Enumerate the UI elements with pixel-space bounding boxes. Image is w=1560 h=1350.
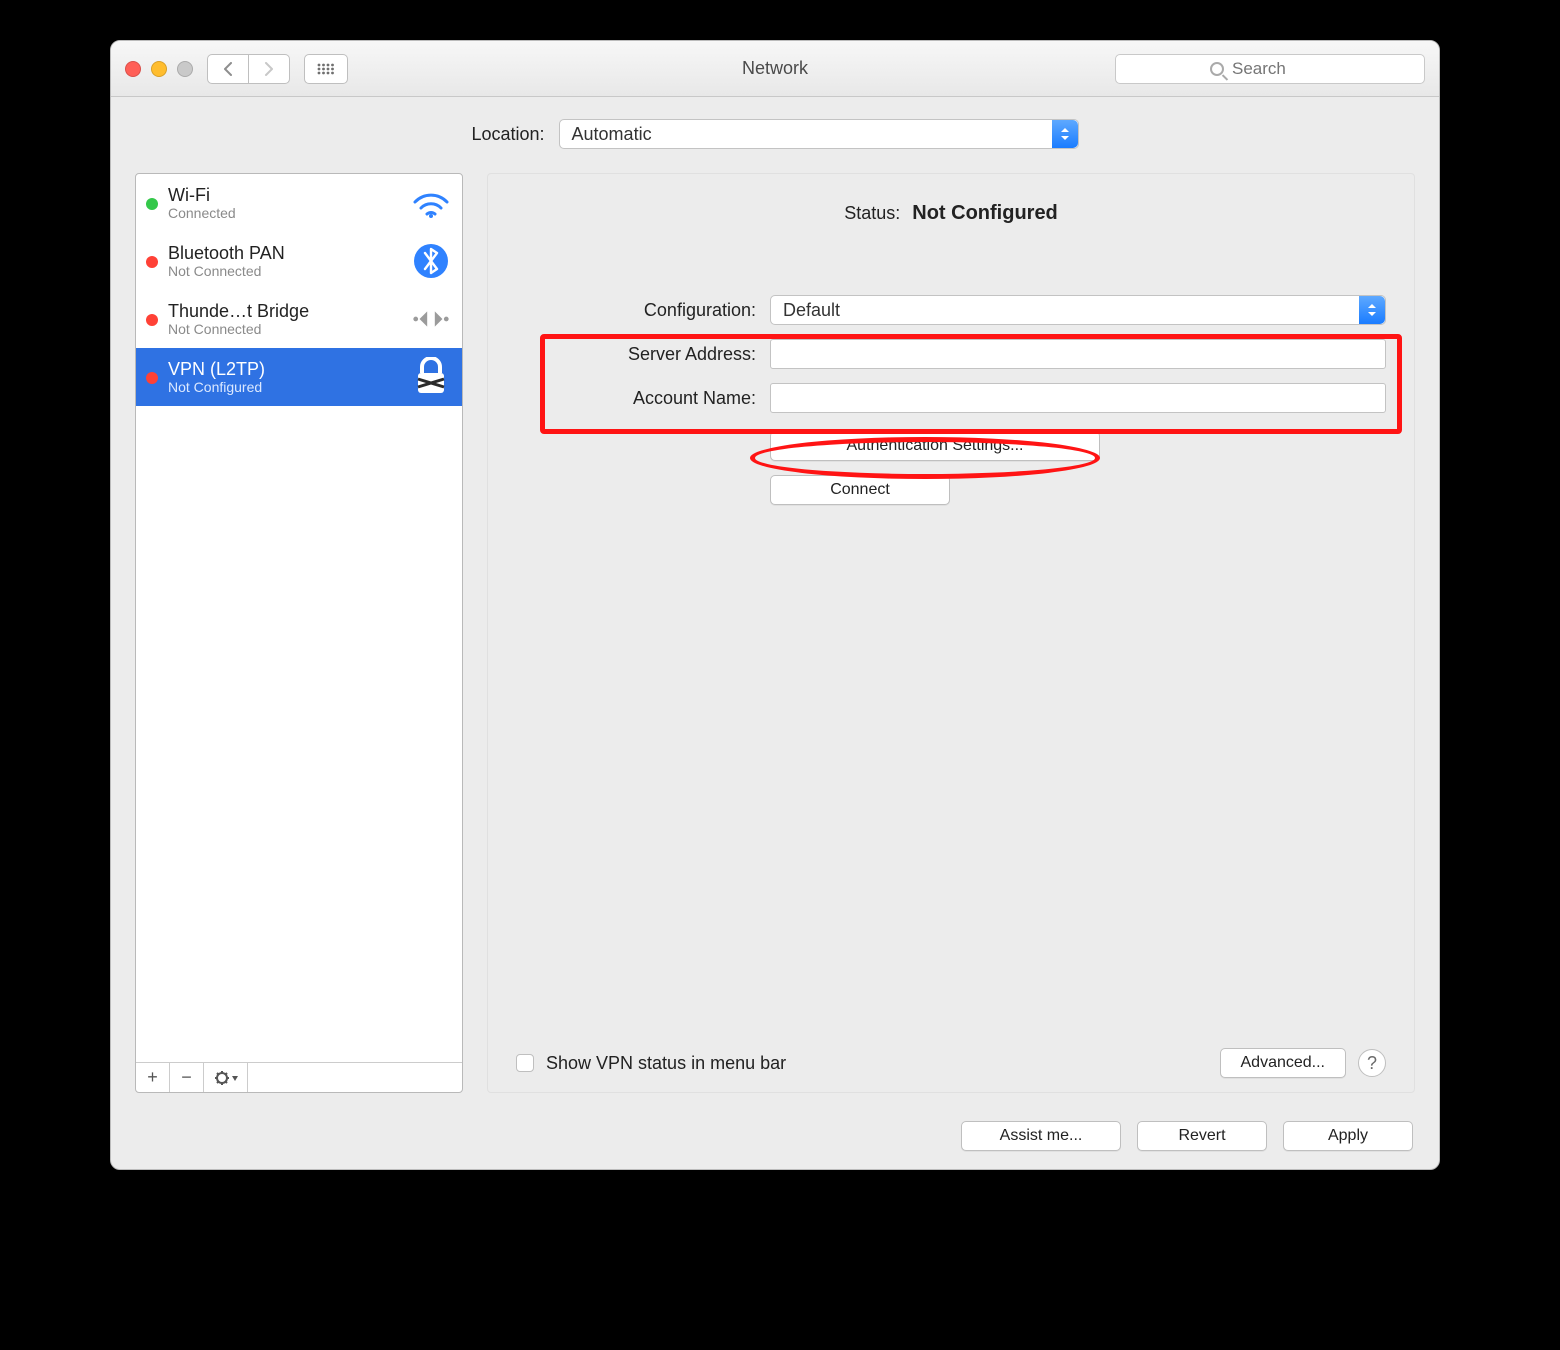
detail-footer: Show VPN status in menu bar Advanced... … [516, 1048, 1386, 1078]
location-label: Location: [471, 124, 544, 145]
show-vpn-status-checkbox[interactable] [516, 1054, 534, 1072]
close-window-button[interactable] [125, 61, 141, 77]
service-name: Thunde…t Bridge [168, 301, 400, 322]
configuration-value: Default [783, 300, 840, 321]
service-name: VPN (L2TP) [168, 359, 400, 380]
service-name: Wi-Fi [168, 185, 400, 206]
search-field[interactable] [1115, 54, 1425, 84]
status-row: Status: Not Configured [516, 202, 1386, 225]
sidebar-footer: + − [136, 1062, 462, 1092]
service-item-wifi[interactable]: Wi-Fi Connected [136, 174, 462, 232]
show-all-button[interactable] [304, 54, 348, 84]
service-item-bluetooth[interactable]: Bluetooth PAN Not Connected [136, 232, 462, 290]
zoom-window-button[interactable] [177, 61, 193, 77]
server-address-input[interactable] [770, 339, 1386, 369]
show-vpn-status-label: Show VPN status in menu bar [546, 1053, 786, 1074]
wifi-icon [410, 182, 452, 224]
service-status: Not Connected [168, 321, 400, 337]
service-sidebar: Wi-Fi Connected Bluetooth PAN Not Connec… [135, 173, 463, 1093]
configuration-label: Configuration: [516, 300, 756, 321]
gear-icon [214, 1071, 238, 1085]
service-status: Not Connected [168, 263, 400, 279]
status-dot-icon [146, 314, 158, 326]
chevron-left-icon [223, 62, 233, 76]
minimize-window-button[interactable] [151, 61, 167, 77]
service-status: Connected [168, 205, 400, 221]
service-list: Wi-Fi Connected Bluetooth PAN Not Connec… [136, 174, 462, 1062]
service-item-thunderbolt-bridge[interactable]: Thunde…t Bridge Not Connected [136, 290, 462, 348]
service-name: Bluetooth PAN [168, 243, 400, 264]
service-status: Not Configured [168, 379, 400, 395]
vpn-lock-icon [410, 356, 452, 398]
network-preferences-window: Network Location: Automatic Wi-Fi Connec… [110, 40, 1440, 1170]
assist-me-button[interactable]: Assist me... [961, 1121, 1121, 1151]
account-name-input[interactable] [770, 383, 1386, 413]
apply-button[interactable]: Apply [1283, 1121, 1413, 1151]
popup-arrows-icon [1052, 120, 1078, 148]
status-label: Status: [844, 203, 900, 224]
location-popup[interactable]: Automatic [559, 119, 1079, 149]
server-address-row: Server Address: [516, 339, 1386, 369]
location-row: Location: Automatic [111, 97, 1439, 173]
search-input[interactable] [1230, 58, 1330, 80]
service-item-vpn-l2tp[interactable]: VPN (L2TP) Not Configured [136, 348, 462, 406]
location-value: Automatic [572, 124, 652, 145]
window-controls [125, 61, 193, 77]
authentication-settings-button[interactable]: Authentication Settings... [770, 431, 1100, 461]
search-icon [1210, 62, 1224, 76]
account-name-label: Account Name: [516, 388, 756, 409]
server-address-label: Server Address: [516, 344, 756, 365]
advanced-button[interactable]: Advanced... [1220, 1048, 1347, 1078]
status-dot-icon [146, 256, 158, 268]
account-name-row: Account Name: [516, 383, 1386, 413]
thunderbolt-bridge-icon [410, 298, 452, 340]
remove-service-button[interactable]: − [170, 1063, 204, 1092]
chevron-right-icon [264, 62, 274, 76]
popup-arrows-icon [1359, 296, 1385, 324]
grid-icon [317, 63, 335, 75]
connect-button[interactable]: Connect [770, 475, 950, 505]
configuration-row: Configuration: Default [516, 295, 1386, 325]
nav-back-forward [207, 54, 290, 84]
forward-button[interactable] [248, 54, 290, 84]
body: Wi-Fi Connected Bluetooth PAN Not Connec… [111, 173, 1439, 1107]
status-value: Not Configured [912, 202, 1058, 225]
add-service-button[interactable]: + [136, 1063, 170, 1092]
service-detail-pane: Status: Not Configured Configuration: De… [487, 173, 1415, 1093]
window-footer: Assist me... Revert Apply [111, 1107, 1439, 1169]
revert-button[interactable]: Revert [1137, 1121, 1267, 1151]
service-actions-button[interactable] [204, 1063, 248, 1092]
bluetooth-icon [410, 240, 452, 282]
help-button[interactable]: ? [1358, 1049, 1386, 1077]
back-button[interactable] [207, 54, 249, 84]
status-dot-icon [146, 372, 158, 384]
status-dot-icon [146, 198, 158, 210]
titlebar: Network [111, 41, 1439, 97]
configuration-popup[interactable]: Default [770, 295, 1386, 325]
